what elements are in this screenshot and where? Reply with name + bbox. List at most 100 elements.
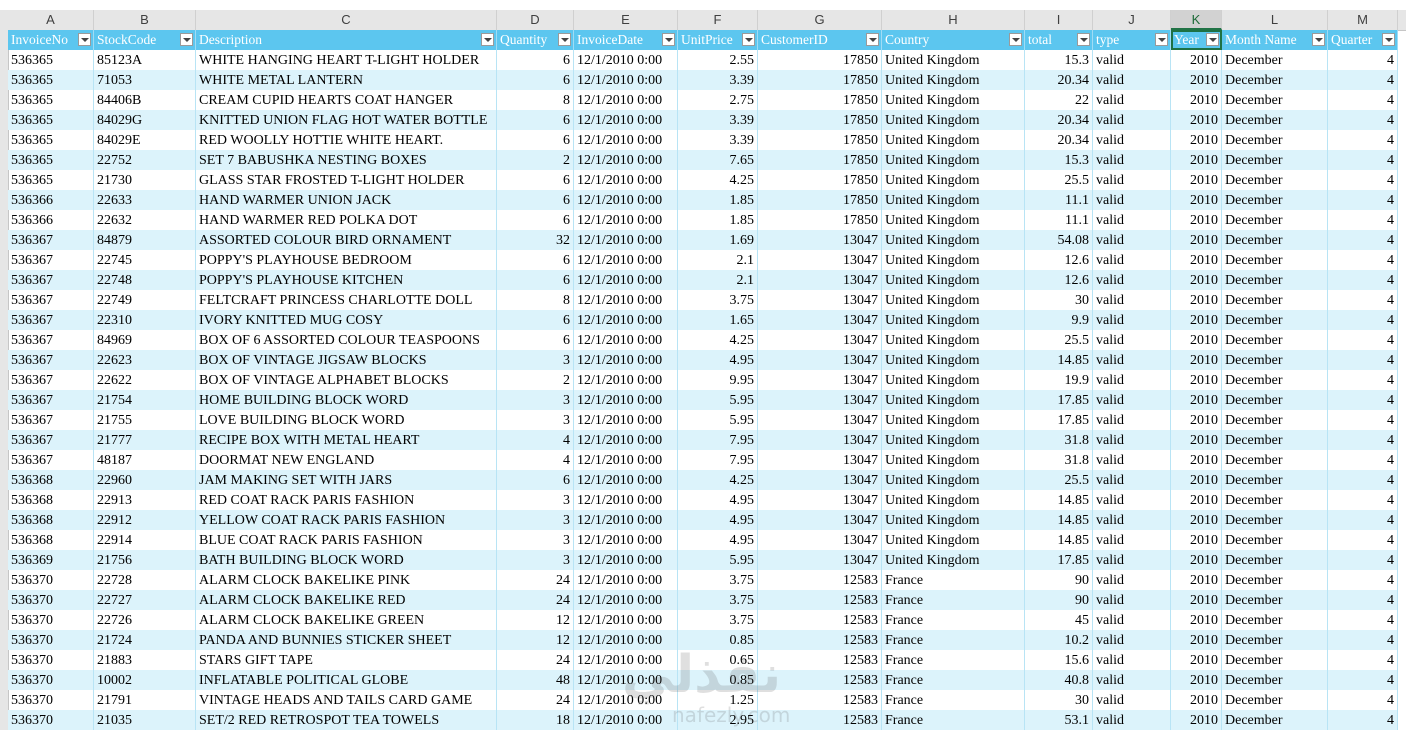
cell-type[interactable]: valid [1093,490,1171,510]
cell-unitprice[interactable]: 1.85 [678,190,758,210]
cell-month-name[interactable]: December [1222,430,1328,450]
cell-description[interactable]: WHITE HANGING HEART T-LIGHT HOLDER [196,50,497,70]
cell-month-name[interactable]: December [1222,130,1328,150]
cell-type[interactable]: valid [1093,650,1171,670]
header-type[interactable]: type [1093,30,1171,50]
cell-invoicedate[interactable]: 12/1/2010 0:00 [574,390,678,410]
cell-stockcode[interactable]: 22633 [94,190,196,210]
column-header-g[interactable]: G [758,10,882,30]
cell-customerid[interactable]: 13047 [758,430,882,450]
cell-unitprice[interactable]: 2.1 [678,270,758,290]
cell-quantity[interactable]: 3 [497,510,574,530]
cell-total[interactable]: 14.85 [1025,510,1093,530]
cell-stockcode[interactable]: 21755 [94,410,196,430]
cell-invoicedate[interactable]: 12/1/2010 0:00 [574,250,678,270]
cell-type[interactable]: valid [1093,150,1171,170]
cell-quarter[interactable]: 4 [1328,690,1398,710]
cell-customerid[interactable]: 12583 [758,630,882,650]
cell-total[interactable]: 45 [1025,610,1093,630]
cell-description[interactable]: INFLATABLE POLITICAL GLOBE [196,670,497,690]
cell-description[interactable]: DOORMAT NEW ENGLAND [196,450,497,470]
column-header-a[interactable]: A [8,10,94,30]
cell-unitprice[interactable]: 0.85 [678,630,758,650]
cell-unitprice[interactable]: 1.69 [678,230,758,250]
cell-description[interactable]: WHITE METAL LANTERN [196,70,497,90]
cell-quarter[interactable]: 4 [1328,550,1398,570]
cell-unitprice[interactable]: 3.75 [678,290,758,310]
cell-stockcode[interactable]: 22632 [94,210,196,230]
cell-description[interactable]: BATH BUILDING BLOCK WORD [196,550,497,570]
cell-quarter[interactable]: 4 [1328,270,1398,290]
cell-year[interactable]: 2010 [1171,430,1222,450]
cell-country[interactable]: United Kingdom [882,410,1025,430]
cell-quarter[interactable]: 4 [1328,310,1398,330]
cell-quarter[interactable]: 4 [1328,190,1398,210]
cell-year[interactable]: 2010 [1171,390,1222,410]
cell-quarter[interactable]: 4 [1328,530,1398,550]
filter-dropdown-icon[interactable] [742,33,755,46]
cell-year[interactable]: 2010 [1171,230,1222,250]
cell-invoicedate[interactable]: 12/1/2010 0:00 [574,230,678,250]
cell-invoiceno[interactable]: 536369 [8,550,94,570]
cell-customerid[interactable]: 13047 [758,530,882,550]
cell-customerid[interactable]: 13047 [758,270,882,290]
cell-type[interactable]: valid [1093,270,1171,290]
cell-customerid[interactable]: 17850 [758,210,882,230]
cell-quarter[interactable]: 4 [1328,670,1398,690]
cell-quarter[interactable]: 4 [1328,370,1398,390]
cell-description[interactable]: FELTCRAFT PRINCESS CHARLOTTE DOLL [196,290,497,310]
cell-invoiceno[interactable]: 536365 [8,90,94,110]
cell-month-name[interactable]: December [1222,710,1328,730]
cell-country[interactable]: United Kingdom [882,270,1025,290]
cell-stockcode[interactable]: 84406B [94,90,196,110]
cell-invoiceno[interactable]: 536367 [8,230,94,250]
cell-country[interactable]: United Kingdom [882,90,1025,110]
cell-country[interactable]: United Kingdom [882,190,1025,210]
cell-year[interactable]: 2010 [1171,590,1222,610]
cell-country[interactable]: France [882,670,1025,690]
cell-invoicedate[interactable]: 12/1/2010 0:00 [574,70,678,90]
cell-invoicedate[interactable]: 12/1/2010 0:00 [574,450,678,470]
cell-month-name[interactable]: December [1222,610,1328,630]
column-header-d[interactable]: D [497,10,574,30]
cell-invoicedate[interactable]: 12/1/2010 0:00 [574,350,678,370]
cell-description[interactable]: RED COAT RACK PARIS FASHION [196,490,497,510]
cell-description[interactable]: BOX OF 6 ASSORTED COLOUR TEASPOONS [196,330,497,350]
cell-unitprice[interactable]: 4.95 [678,490,758,510]
cell-country[interactable]: United Kingdom [882,310,1025,330]
filter-dropdown-icon[interactable] [1009,33,1022,46]
cell-unitprice[interactable]: 2.75 [678,90,758,110]
cell-quantity[interactable]: 3 [497,410,574,430]
header-quarter[interactable]: Quarter [1328,30,1398,50]
cell-stockcode[interactable]: 84029E [94,130,196,150]
cell-country[interactable]: United Kingdom [882,330,1025,350]
cell-description[interactable]: RECIPE BOX WITH METAL HEART [196,430,497,450]
cell-customerid[interactable]: 12583 [758,670,882,690]
cell-country[interactable]: United Kingdom [882,290,1025,310]
cell-unitprice[interactable]: 3.75 [678,570,758,590]
cell-description[interactable]: BLUE COAT RACK PARIS FASHION [196,530,497,550]
cell-invoiceno[interactable]: 536368 [8,530,94,550]
cell-total[interactable]: 20.34 [1025,130,1093,150]
filter-dropdown-icon[interactable] [558,33,571,46]
cell-invoicedate[interactable]: 12/1/2010 0:00 [574,110,678,130]
cell-unitprice[interactable]: 4.25 [678,330,758,350]
cell-month-name[interactable]: December [1222,310,1328,330]
cell-country[interactable]: France [882,610,1025,630]
cell-description[interactable]: VINTAGE HEADS AND TAILS CARD GAME [196,690,497,710]
cell-quarter[interactable]: 4 [1328,590,1398,610]
cell-customerid[interactable]: 13047 [758,290,882,310]
cell-invoiceno[interactable]: 536365 [8,170,94,190]
cell-quantity[interactable]: 2 [497,150,574,170]
cell-invoicedate[interactable]: 12/1/2010 0:00 [574,590,678,610]
cell-total[interactable]: 14.85 [1025,530,1093,550]
cell-type[interactable]: valid [1093,690,1171,710]
column-header-m[interactable]: M [1328,10,1398,30]
cell-invoicedate[interactable]: 12/1/2010 0:00 [574,510,678,530]
cell-quantity[interactable]: 6 [497,70,574,90]
cell-unitprice[interactable]: 4.95 [678,350,758,370]
cell-unitprice[interactable]: 7.65 [678,150,758,170]
cell-customerid[interactable]: 12583 [758,690,882,710]
cell-description[interactable]: PANDA AND BUNNIES STICKER SHEET [196,630,497,650]
cell-unitprice[interactable]: 3.39 [678,110,758,130]
